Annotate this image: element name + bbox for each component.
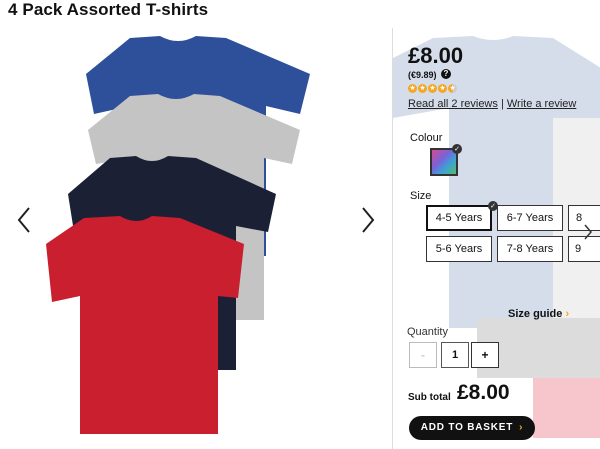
price: £8.00 <box>408 43 464 68</box>
chevron-right-icon: › <box>565 308 570 320</box>
size-scroll-next-button[interactable] <box>583 223 593 246</box>
product-gallery <box>0 28 392 449</box>
size-label: Size <box>410 190 432 202</box>
product-image[interactable] <box>40 34 330 434</box>
star-icon: ★ <box>418 84 427 93</box>
chevron-left-icon <box>17 207 30 233</box>
star-icon: ★ <box>438 84 447 93</box>
size-guide-label: Size guide <box>508 308 563 320</box>
chevron-right-icon: › <box>519 422 524 433</box>
chevron-right-icon <box>362 207 375 233</box>
quantity-label: Quantity <box>407 326 448 338</box>
check-icon: ✓ <box>452 144 462 154</box>
size-option-5-6[interactable]: 5-6 Years <box>426 236 492 262</box>
size-guide-link[interactable]: Size guide › <box>508 308 569 320</box>
quantity-increase-button[interactable]: + <box>471 342 499 368</box>
product-details-panel: £8.00 (€9.89) ? ★ ★ ★ ★ ★ Read all 2 rev… <box>392 28 600 449</box>
add-to-basket-button[interactable]: ADD TO BASKET › <box>409 416 535 440</box>
subtotal-label: Sub total <box>408 392 451 403</box>
size-option-6-7[interactable]: 6-7 Years <box>497 205 563 231</box>
red-tshirt <box>46 216 244 434</box>
review-separator: | <box>500 98 504 110</box>
half-star-icon: ★ <box>448 84 457 93</box>
alt-currency-price: (€9.89) <box>408 70 437 80</box>
star-icon: ★ <box>428 84 437 93</box>
help-icon[interactable]: ? <box>441 69 451 79</box>
quantity-decrease-button[interactable]: - <box>409 342 437 368</box>
product-title: 4 Pack Assorted T-shirts <box>8 0 209 19</box>
review-links: Read all 2 reviews | Write a review <box>408 98 576 110</box>
add-to-basket-label: ADD TO BASKET <box>420 422 514 433</box>
write-review-link[interactable]: Write a review <box>507 98 576 110</box>
subtotal-value: £8.00 <box>457 381 510 404</box>
star-icon: ★ <box>408 84 417 93</box>
read-reviews-link[interactable]: Read all 2 reviews <box>408 98 498 110</box>
gallery-prev-button[interactable] <box>16 206 32 234</box>
rating-stars: ★ ★ ★ ★ ★ <box>408 84 457 93</box>
quantity-input[interactable]: 1 <box>441 342 469 368</box>
size-option-4-5[interactable]: 4-5 Years <box>426 205 492 231</box>
size-option-7-8[interactable]: 7-8 Years <box>497 236 563 262</box>
chevron-right-icon <box>584 224 592 240</box>
colour-label: Colour <box>410 132 443 144</box>
gallery-next-button[interactable] <box>360 206 376 234</box>
